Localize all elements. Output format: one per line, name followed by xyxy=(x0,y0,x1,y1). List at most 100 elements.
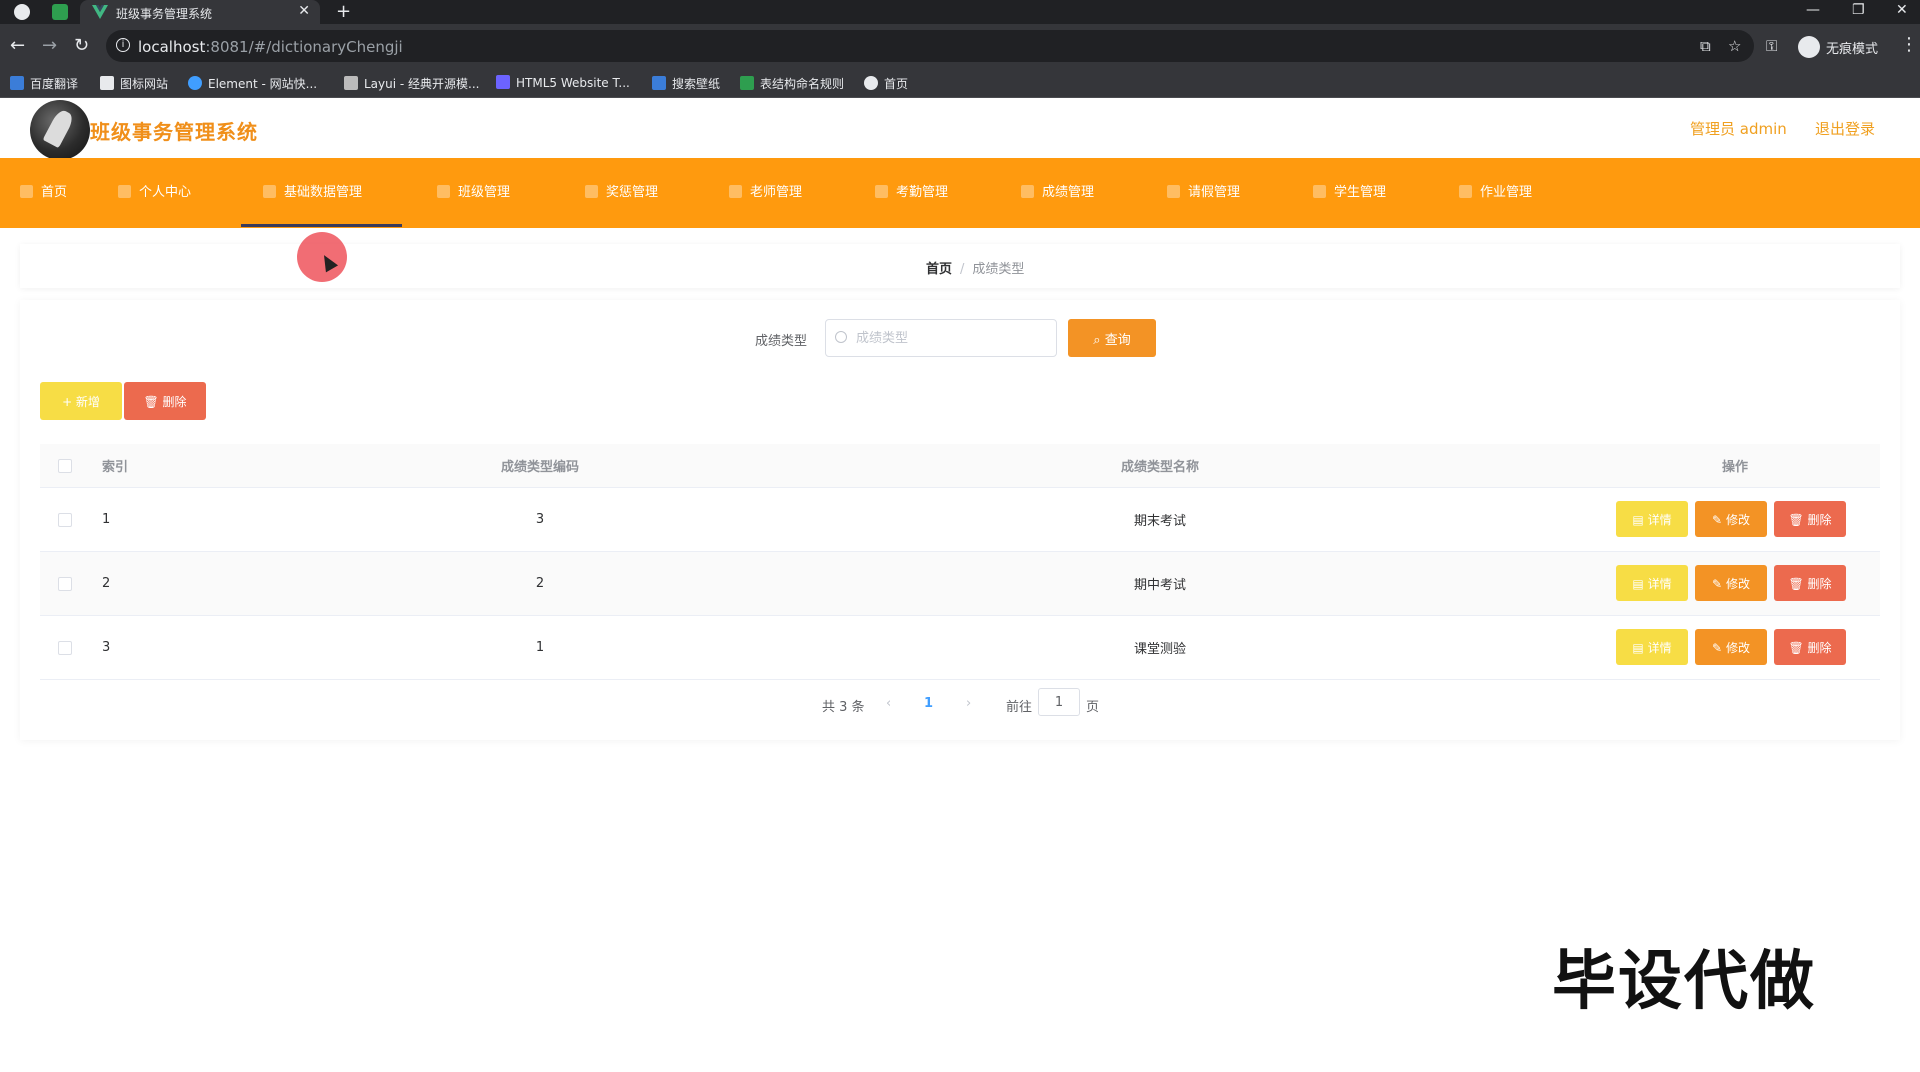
column-header-name: 成绩类型名称 xyxy=(1120,460,1199,475)
restore-icon[interactable]: ❐ xyxy=(1852,2,1865,18)
bookmark-item[interactable]: Element - 网站快... xyxy=(188,75,317,92)
student-icon xyxy=(1313,185,1326,198)
row-checkbox[interactable] xyxy=(58,641,72,655)
reload-icon[interactable]: ↻ xyxy=(74,35,89,56)
home-icon xyxy=(20,185,33,198)
bookmark-item[interactable]: HTML5 Website T... xyxy=(496,75,630,90)
row-checkbox[interactable] xyxy=(58,577,72,591)
tab-close-icon[interactable]: ✕ xyxy=(298,3,310,19)
document-icon: ▤ xyxy=(1632,576,1644,591)
pagination-next-icon[interactable]: › xyxy=(966,696,971,711)
logout-link[interactable]: 退出登录 xyxy=(1815,118,1875,139)
minimize-icon[interactable]: — xyxy=(1806,2,1820,18)
element-logo-icon xyxy=(188,76,202,90)
layui-logo-icon xyxy=(344,76,358,90)
trash-icon: 🗑 xyxy=(143,394,159,409)
table-header: 索引 成绩类型编码 成绩类型名称 操作 xyxy=(40,444,1880,488)
breadcrumb: 首页 / 成绩类型 xyxy=(926,258,1024,277)
nav-item-leave[interactable]: 请假管理 xyxy=(1167,158,1240,228)
bookmark-item[interactable]: 表结构命名规则 xyxy=(740,75,844,92)
nav-item-profile[interactable]: 个人中心 xyxy=(118,158,191,228)
breadcrumb-separator: / xyxy=(960,262,965,277)
pencil-icon: ✎ xyxy=(1712,576,1723,591)
pagination-prev-icon[interactable]: ‹ xyxy=(886,696,891,711)
new-tab-icon[interactable]: + xyxy=(336,1,351,22)
pencil-icon: ✎ xyxy=(1712,640,1723,655)
select-all-checkbox[interactable] xyxy=(58,459,72,473)
batch-delete-button[interactable]: 🗑 删除 xyxy=(124,382,206,420)
row-checkbox[interactable] xyxy=(58,513,72,527)
pagination-page-1[interactable]: 1 xyxy=(924,696,933,711)
tab-title: 班级事务管理系统 xyxy=(116,7,213,21)
cell-index: 3 xyxy=(102,640,111,655)
nav-item-home[interactable]: 首页 xyxy=(20,158,67,228)
teacher-icon xyxy=(729,185,742,198)
nav-item-homework[interactable]: 作业管理 xyxy=(1459,158,1532,228)
trash-icon: 🗑 xyxy=(1788,576,1804,591)
nav-item-attendance[interactable]: 考勤管理 xyxy=(875,158,948,228)
browser-menu-dots-icon[interactable]: ⋮ xyxy=(1900,34,1918,55)
cell-index: 2 xyxy=(102,576,111,591)
pagination-goto-input[interactable] xyxy=(1038,688,1080,716)
pencil-icon: ✎ xyxy=(1712,512,1723,527)
globe-icon xyxy=(864,76,878,90)
data-table: 索引 成绩类型编码 成绩类型名称 操作 1 3 期末考试 ▤ 详情 ✎ 修改 🗑… xyxy=(40,444,1880,680)
nav-item-teacher[interactable]: 老师管理 xyxy=(729,158,802,228)
url-host: localhost xyxy=(138,38,206,56)
bookmark-star-icon[interactable]: ☆ xyxy=(1728,37,1741,55)
browser-tab-active[interactable]: 班级事务管理系统 ✕ xyxy=(80,0,320,24)
delete-button[interactable]: 🗑 删除 xyxy=(1774,629,1846,665)
translate-icon[interactable]: ⧉ xyxy=(1700,37,1711,55)
search-icon xyxy=(835,331,847,343)
back-icon[interactable]: ← xyxy=(10,35,25,56)
cell-code: 2 xyxy=(535,576,545,591)
add-button[interactable]: + 新增 xyxy=(40,382,122,420)
edit-button[interactable]: ✎ 修改 xyxy=(1695,629,1767,665)
url-text[interactable]: localhost:8081/#/dictionaryChengji xyxy=(138,38,403,56)
edit-button[interactable]: ✎ 修改 xyxy=(1695,501,1767,537)
bookmark-item[interactable]: Layui - 经典开源模... xyxy=(344,75,479,92)
scores-icon xyxy=(1021,185,1034,198)
bookmark-item[interactable]: 百度翻译 xyxy=(10,75,78,92)
reward-icon xyxy=(585,185,598,198)
search-label: 成绩类型 xyxy=(755,334,808,349)
detail-button[interactable]: ▤ 详情 xyxy=(1616,629,1688,665)
query-button[interactable]: ⌕ 查询 xyxy=(1068,319,1156,357)
bookmark-item[interactable]: 首页 xyxy=(864,75,908,92)
cell-name: 期中考试 xyxy=(1133,578,1186,593)
key-icon[interactable]: ⚿ xyxy=(1766,37,1777,55)
column-header-index: 索引 xyxy=(102,460,129,475)
nav-item-basic-data[interactable]: 基础数据管理 xyxy=(240,158,403,228)
app-header: 班级事务管理系统 管理员 admin 退出登录 xyxy=(0,98,1920,160)
nav-item-class[interactable]: 班级管理 xyxy=(437,158,510,228)
nav-item-reward[interactable]: 奖惩管理 xyxy=(585,158,658,228)
breadcrumb-home[interactable]: 首页 xyxy=(926,262,952,277)
nav-item-scores[interactable]: 成绩管理 xyxy=(1021,158,1094,228)
pinned-tab-icon[interactable] xyxy=(52,4,68,20)
incognito-label: 无痕模式 xyxy=(1826,42,1879,57)
table-row: 1 3 期末考试 ▤ 详情 ✎ 修改 🗑 删除 xyxy=(40,488,1880,552)
url-omnibox[interactable]: i localhost:8081/#/dictionaryChengji ⧉ ☆ xyxy=(106,30,1754,62)
forward-icon[interactable]: → xyxy=(42,35,57,56)
cell-name: 期末考试 xyxy=(1133,514,1186,529)
search-input[interactable] xyxy=(825,319,1057,357)
bookmark-item[interactable]: 图标网站 xyxy=(100,75,168,92)
close-window-icon[interactable]: ✕ xyxy=(1896,2,1908,18)
leave-icon xyxy=(1167,185,1180,198)
delete-button[interactable]: 🗑 删除 xyxy=(1774,501,1846,537)
detail-button[interactable]: ▤ 详情 xyxy=(1616,501,1688,537)
nav-item-students[interactable]: 学生管理 xyxy=(1313,158,1386,228)
edit-button[interactable]: ✎ 修改 xyxy=(1695,565,1767,601)
app-logo xyxy=(30,100,90,160)
browser-tab-bar: 班级事务管理系统 ✕ + — ❐ ✕ xyxy=(0,0,1920,24)
bookmark-favicon-icon xyxy=(10,76,24,90)
detail-button[interactable]: ▤ 详情 xyxy=(1616,565,1688,601)
browser-menu-icon[interactable] xyxy=(14,4,30,20)
bookmark-item[interactable]: 搜索壁纸 xyxy=(652,75,720,92)
incognito-icon[interactable] xyxy=(1798,36,1820,58)
cell-code: 3 xyxy=(535,512,545,527)
flag-icon xyxy=(100,76,114,90)
cell-name: 课堂测验 xyxy=(1133,642,1186,657)
site-info-icon[interactable]: i xyxy=(116,38,130,52)
delete-button[interactable]: 🗑 删除 xyxy=(1774,565,1846,601)
